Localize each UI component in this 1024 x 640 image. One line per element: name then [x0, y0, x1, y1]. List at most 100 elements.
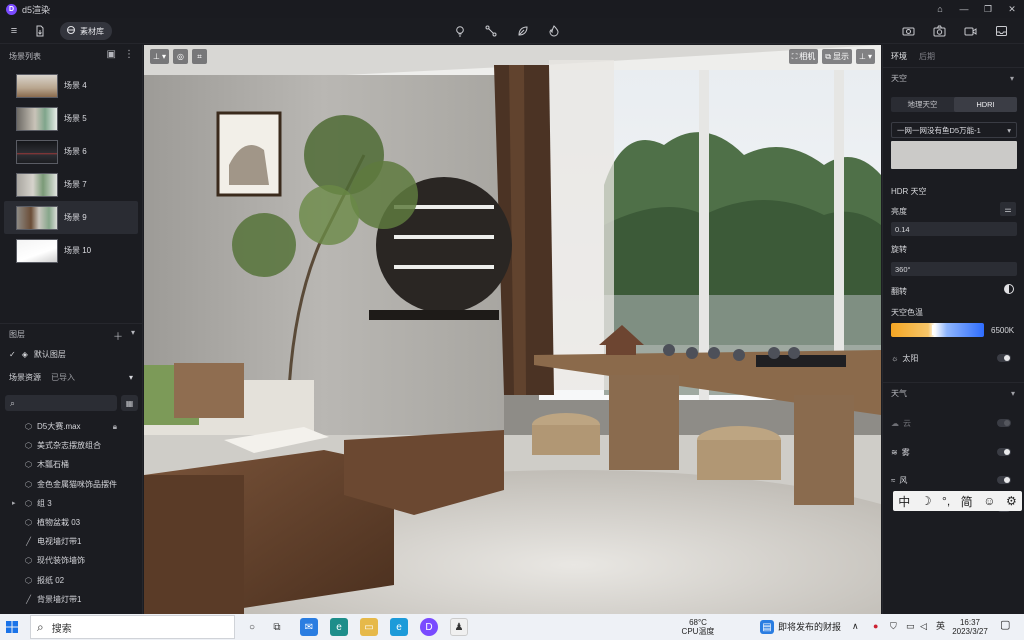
input-language[interactable]: 英	[936, 622, 945, 631]
add-scene-icon[interactable]: ▣	[107, 49, 116, 60]
brightness-input[interactable]: 0.14	[891, 222, 1017, 236]
vegetation-leaf-icon[interactable]	[515, 23, 531, 39]
scene-item[interactable]: 场景 10	[0, 234, 142, 267]
grid-view-button[interactable]: ▦	[121, 395, 138, 411]
restore-button[interactable]: ❐	[976, 0, 1000, 18]
volume-icon[interactable]: ◁	[920, 622, 927, 631]
wind-toggle[interactable]	[997, 476, 1011, 484]
pin-icon[interactable]: ⌂	[928, 0, 952, 18]
tree-item[interactable]: ⬡ 植物盆栽 03	[0, 513, 143, 532]
render-viewport[interactable]: ⊥ ▾ ◎ ⌗ ⛶ 相机 ⧉ 显示 ⊥ ▾	[144, 45, 881, 614]
collapse-chevron-icon[interactable]: ▾	[131, 328, 135, 343]
notification-icon[interactable]: ▢	[1000, 620, 1010, 631]
weather-widget[interactable]: 68°C CPU温度	[678, 618, 718, 636]
import-file-icon[interactable]	[32, 23, 48, 39]
rotation-input[interactable]: 360°	[891, 262, 1017, 276]
close-button[interactable]: ✕	[1000, 0, 1024, 18]
scene-item[interactable]: 场景 7	[0, 168, 142, 201]
ime-emoji-icon[interactable]: ☺	[983, 494, 995, 508]
ie-browser-icon[interactable]: e	[390, 618, 408, 636]
scene-item-active[interactable]: 场景 9	[4, 201, 138, 234]
camera-menu-button[interactable]: ⛶ 相机	[788, 49, 819, 64]
lock-icon[interactable]: 🔒︎	[113, 422, 117, 432]
resource-search-input[interactable]: ⌕	[5, 395, 117, 411]
color-temp-handle[interactable]	[932, 325, 934, 335]
sun-toggle[interactable]	[997, 354, 1011, 362]
particle-effect-icon[interactable]	[546, 23, 562, 39]
task-view-icon[interactable]: ⧉	[268, 618, 286, 636]
tree-item-group[interactable]: ▸ ⬡ 组 3	[0, 494, 143, 513]
scene-item[interactable]: 场景 6	[0, 135, 142, 168]
panorama-icon[interactable]	[993, 23, 1009, 39]
display-menu-button[interactable]: ⧉ 显示	[822, 49, 853, 64]
fog-toggle[interactable]	[997, 448, 1011, 456]
tab-post-processing[interactable]: 后期	[919, 51, 935, 62]
ime-simplified[interactable]: 简	[961, 493, 973, 510]
expand-arrow-icon[interactable]: ▸	[12, 499, 16, 507]
light-bulb-icon[interactable]	[452, 23, 468, 39]
path-tool-icon[interactable]	[483, 23, 499, 39]
default-layer-row[interactable]: ✓ ◈ 默认图层	[0, 345, 143, 363]
ime-chinese-mode[interactable]: 中	[898, 493, 910, 510]
transform-gizmo-button[interactable]: ⊥ ▾	[150, 49, 169, 64]
scene-label: 场景 6	[64, 147, 87, 156]
news-headline[interactable]: 即将发布的财报	[778, 623, 841, 632]
ime-moon-icon[interactable]: ☽	[921, 494, 932, 508]
file-explorer-icon[interactable]: ▭	[360, 618, 378, 636]
tree-item[interactable]: ⬡ 现代装饰墙饰	[0, 551, 143, 570]
world-space-button[interactable]: ◎	[172, 49, 188, 64]
cube-icon: ⬡	[25, 575, 32, 585]
ime-punctuation[interactable]: °,	[942, 494, 950, 508]
menu-icon[interactable]: ≡	[6, 23, 22, 39]
tray-overflow-icon[interactable]: ∧	[852, 622, 859, 631]
network-icon[interactable]: ▭	[906, 622, 915, 631]
sky-section-header[interactable]: 天空 ▾	[883, 67, 1024, 89]
layers-header: 图层 ＋ ▾	[0, 323, 143, 345]
resources-header: 场景资源 已导入 ▾	[0, 367, 143, 387]
tree-item[interactable]: ⬡ 金色金属猫咪饰品摆件	[0, 475, 143, 494]
adjust-sliders-icon[interactable]: ⚌	[1000, 202, 1016, 216]
tree-item[interactable]: ⬡ 美式杂志摆放组合	[0, 436, 143, 455]
scene-item[interactable]: 场景 5	[0, 102, 142, 135]
shield-icon[interactable]: ⛉	[890, 622, 897, 631]
tab-environment[interactable]: 环境	[891, 51, 907, 62]
ime-settings-icon[interactable]: ⚙	[1006, 494, 1017, 508]
security-icon[interactable]: ●	[873, 622, 878, 631]
tree-item[interactable]: ╱ 背景墙灯带1	[0, 590, 143, 609]
scene-item[interactable]: 场景 4	[0, 69, 142, 102]
tree-item[interactable]: ╱ 电视墙灯带1	[0, 532, 143, 551]
hdri-select[interactable]: 一网一网没有鱼D5万能-1 ▾	[891, 122, 1017, 138]
taskbar-search-input[interactable]: ⌕ 搜索	[30, 615, 235, 639]
more-icon[interactable]: ⋮	[124, 49, 134, 60]
coordinate-menu-button[interactable]: ⊥ ▾	[856, 49, 875, 64]
tree-item[interactable]: ⬡ 木瓢石桶	[0, 455, 143, 474]
app-window-icon[interactable]: ♟	[450, 618, 468, 636]
hdri-option[interactable]: HDRI	[954, 97, 1017, 112]
add-layer-icon[interactable]: ＋	[113, 328, 123, 343]
resources-tab[interactable]: 场景资源	[9, 372, 41, 383]
hdri-preview	[891, 141, 1017, 169]
color-temp-slider[interactable]	[891, 323, 984, 337]
d5-render-taskbar-icon[interactable]: D	[420, 618, 438, 636]
resource-tree: ⬡ D5大赛.max 🔒︎ ⬡ 美式杂志摆放组合 ⬡ 木瓢石桶 ⬡ 金色金属猫咪饰品摆件 …	[0, 417, 143, 609]
snap-toggle-button[interactable]: ⌗	[191, 49, 207, 64]
edge-browser-icon[interactable]: e	[330, 618, 348, 636]
flip-toggle-icon[interactable]	[1004, 284, 1014, 294]
render-image-icon[interactable]	[900, 23, 916, 39]
material-library-button[interactable]: 素材库	[60, 22, 112, 40]
fog-icon: ≋	[891, 447, 898, 457]
tree-item[interactable]: ⬡ D5大赛.max 🔒︎	[0, 417, 143, 436]
camera-icon[interactable]	[931, 23, 947, 39]
geo-sky-option[interactable]: 地理天空	[891, 97, 954, 112]
minimize-button[interactable]: —	[952, 0, 976, 18]
imported-tab[interactable]: 已导入	[51, 372, 75, 383]
cloud-toggle[interactable]	[997, 419, 1011, 427]
weather-section-header[interactable]: 天气 ▾	[883, 382, 1024, 404]
cortana-icon[interactable]: ○	[243, 618, 261, 636]
mail-app-icon[interactable]: ✉	[300, 618, 318, 636]
collapse-chevron-icon[interactable]: ▾	[129, 373, 133, 382]
video-icon[interactable]	[962, 23, 978, 39]
windows-start-icon[interactable]	[0, 614, 24, 640]
tree-item[interactable]: ⬡ 报纸 02	[0, 571, 143, 590]
clock[interactable]: 16:37 2023/3/27	[950, 618, 990, 636]
